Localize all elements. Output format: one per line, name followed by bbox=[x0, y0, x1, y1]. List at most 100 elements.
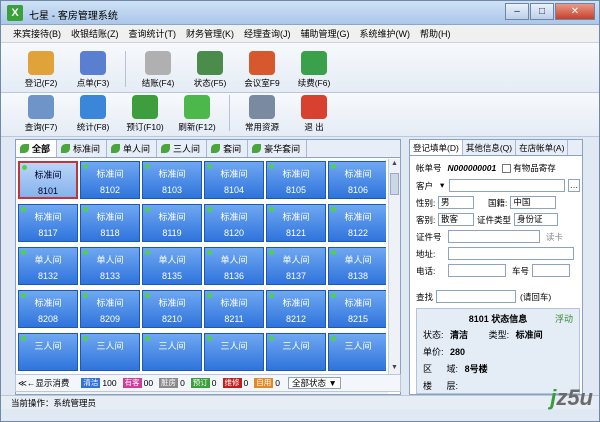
tab-room-0[interactable]: 全部 bbox=[16, 140, 58, 157]
room-number: 8102 bbox=[99, 185, 121, 195]
room-number: 8138 bbox=[347, 271, 369, 281]
toolbar-separator bbox=[125, 51, 126, 87]
room-card[interactable]: 标准间 8102 bbox=[80, 161, 140, 199]
state-label: 状态: bbox=[423, 330, 444, 340]
toolbar-label: 点单(F3) bbox=[76, 78, 110, 88]
tab-room-2[interactable]: 单人间 bbox=[107, 140, 158, 157]
room-card[interactable]: 标准间 8121 bbox=[266, 204, 326, 242]
room-type-label: 标准间 bbox=[282, 169, 310, 179]
room-card[interactable]: 标准间 8209 bbox=[80, 290, 140, 328]
scroll-down-icon[interactable]: ▼ bbox=[390, 364, 399, 374]
menu-item-4[interactable]: 经理查询(J) bbox=[244, 27, 291, 40]
reserve-button[interactable]: 预订(F10) bbox=[119, 95, 171, 136]
room-card[interactable]: 三人间 bbox=[204, 333, 264, 371]
menu-item-3[interactable]: 财务管理(K) bbox=[186, 27, 234, 40]
menu-item-0[interactable]: 来宾接待(B) bbox=[13, 27, 61, 40]
id-number-field[interactable] bbox=[448, 230, 540, 243]
room-card[interactable]: 标准间 8106 bbox=[328, 161, 386, 199]
status-button[interactable]: 状态(F5) bbox=[184, 51, 236, 92]
kind-select[interactable]: 散客 bbox=[438, 213, 474, 226]
room-card[interactable]: 标准间 8122 bbox=[328, 204, 386, 242]
register-button[interactable]: 登记(F2) bbox=[15, 51, 67, 92]
menu-item-5[interactable]: 辅助管理(G) bbox=[301, 27, 350, 40]
room-card[interactable]: 标准间 8104 bbox=[204, 161, 264, 199]
room-card[interactable]: 单人间 8138 bbox=[328, 247, 386, 285]
room-card[interactable]: 三人间 bbox=[328, 333, 386, 371]
room-card[interactable]: 单人间 8135 bbox=[142, 247, 202, 285]
nation-select[interactable]: 中国 bbox=[510, 196, 557, 209]
room-card[interactable]: 单人间 8132 bbox=[18, 247, 78, 285]
refresh-button[interactable]: 刷新(F12) bbox=[171, 95, 223, 136]
room-type-label: 三人间 bbox=[96, 341, 124, 351]
scroll-up-icon[interactable]: ▲ bbox=[390, 160, 399, 170]
resource-button[interactable]: 常用资源 bbox=[236, 95, 288, 136]
scroll-thumb[interactable] bbox=[390, 173, 399, 195]
room-type-label: 标准间 bbox=[34, 212, 62, 222]
room-card[interactable]: 标准间 8120 bbox=[204, 204, 264, 242]
room-card[interactable]: 标准间 8210 bbox=[142, 290, 202, 328]
vertical-scrollbar[interactable]: ▲ ▼ bbox=[388, 159, 400, 375]
id-type-select[interactable]: 身份证 bbox=[514, 213, 559, 226]
close-button[interactable]: ✕ bbox=[555, 3, 595, 20]
menu-item-1[interactable]: 收银结账(Z) bbox=[71, 27, 119, 40]
guest-field[interactable] bbox=[449, 179, 565, 192]
legend-swatch: 脏房 bbox=[159, 378, 179, 388]
room-card[interactable]: 单人间 8133 bbox=[80, 247, 140, 285]
room-card[interactable]: 三人间 bbox=[142, 333, 202, 371]
room-card[interactable]: 标准间 8118 bbox=[80, 204, 140, 242]
phone-field[interactable] bbox=[448, 264, 506, 277]
order-button[interactable]: 点单(F3) bbox=[67, 51, 119, 92]
room-number: 8209 bbox=[99, 314, 121, 324]
address-field[interactable] bbox=[448, 247, 574, 260]
deposit-checkbox[interactable] bbox=[502, 163, 512, 173]
checkout-button[interactable]: 结账(F4) bbox=[132, 51, 184, 92]
room-card[interactable]: 标准间 8105 bbox=[266, 161, 326, 199]
tab-label: 套间 bbox=[223, 144, 242, 154]
menu-item-2[interactable]: 查询统计(T) bbox=[129, 27, 177, 40]
room-type-label: 单人间 bbox=[282, 255, 310, 265]
room-card[interactable]: 三人间 bbox=[266, 333, 326, 371]
room-number: 8135 bbox=[161, 271, 183, 281]
guest-more-button[interactable]: … bbox=[568, 179, 580, 192]
guest-dropdown-icon[interactable]: ▾ bbox=[440, 180, 449, 191]
toolbar-label: 统计(F8) bbox=[76, 122, 110, 132]
minimize-button[interactable]: – bbox=[505, 3, 529, 20]
plate-field[interactable] bbox=[532, 264, 571, 277]
room-card[interactable]: 标准间 8211 bbox=[204, 290, 264, 328]
maximize-button[interactable]: □ bbox=[530, 3, 554, 20]
meeting-room-button[interactable]: 会议室F9 bbox=[236, 51, 288, 92]
form-tab-1[interactable]: 其他信息(Q) bbox=[463, 140, 517, 155]
room-card[interactable]: 标准间 8215 bbox=[328, 290, 386, 328]
room-card[interactable]: 三人间 bbox=[80, 333, 140, 371]
room-card[interactable]: 标准间 8103 bbox=[142, 161, 202, 199]
menu-item-7[interactable]: 帮助(H) bbox=[420, 27, 451, 40]
search-button[interactable]: 查询(F7) bbox=[15, 95, 67, 136]
room-card[interactable]: 标准间 8101 bbox=[18, 161, 78, 199]
stats-button[interactable]: 统计(F8) bbox=[67, 95, 119, 136]
tab-room-1[interactable]: 标准间 bbox=[57, 140, 108, 157]
toolbar-label: 会议室F9 bbox=[244, 78, 280, 88]
room-card[interactable]: 三人间 bbox=[18, 333, 78, 371]
room-card[interactable]: 标准间 8119 bbox=[142, 204, 202, 242]
float-label[interactable]: 浮动 bbox=[555, 312, 573, 325]
renew-button[interactable]: 续费(F6) bbox=[288, 51, 340, 92]
show-consumption-toggle[interactable]: ≪←显示消费 bbox=[18, 377, 69, 389]
menu-item-6[interactable]: 系统维护(W) bbox=[360, 27, 411, 40]
read-card-button[interactable]: 读卡 bbox=[546, 231, 563, 243]
state-value: 清洁 bbox=[450, 330, 469, 340]
find-field[interactable] bbox=[436, 290, 517, 303]
room-card[interactable]: 单人间 8137 bbox=[266, 247, 326, 285]
form-tab-0[interactable]: 登记填单(D) bbox=[410, 140, 463, 155]
status-filter-select[interactable]: 全部状态 ▼ bbox=[288, 377, 341, 389]
room-card[interactable]: 标准间 8208 bbox=[18, 290, 78, 328]
form-tab-2[interactable]: 在店帐单(A) bbox=[516, 140, 569, 155]
tab-label: 单人间 bbox=[123, 144, 151, 154]
exit-button[interactable]: 退 出 bbox=[288, 95, 340, 136]
room-card[interactable]: 标准间 8212 bbox=[266, 290, 326, 328]
tab-room-5[interactable]: 豪华套间 bbox=[248, 140, 308, 157]
gender-select[interactable]: 男 bbox=[438, 196, 474, 209]
room-card[interactable]: 标准间 8117 bbox=[18, 204, 78, 242]
room-card[interactable]: 单人间 8136 bbox=[204, 247, 264, 285]
tab-room-4[interactable]: 套间 bbox=[207, 140, 249, 157]
tab-room-3[interactable]: 三人间 bbox=[157, 140, 208, 157]
